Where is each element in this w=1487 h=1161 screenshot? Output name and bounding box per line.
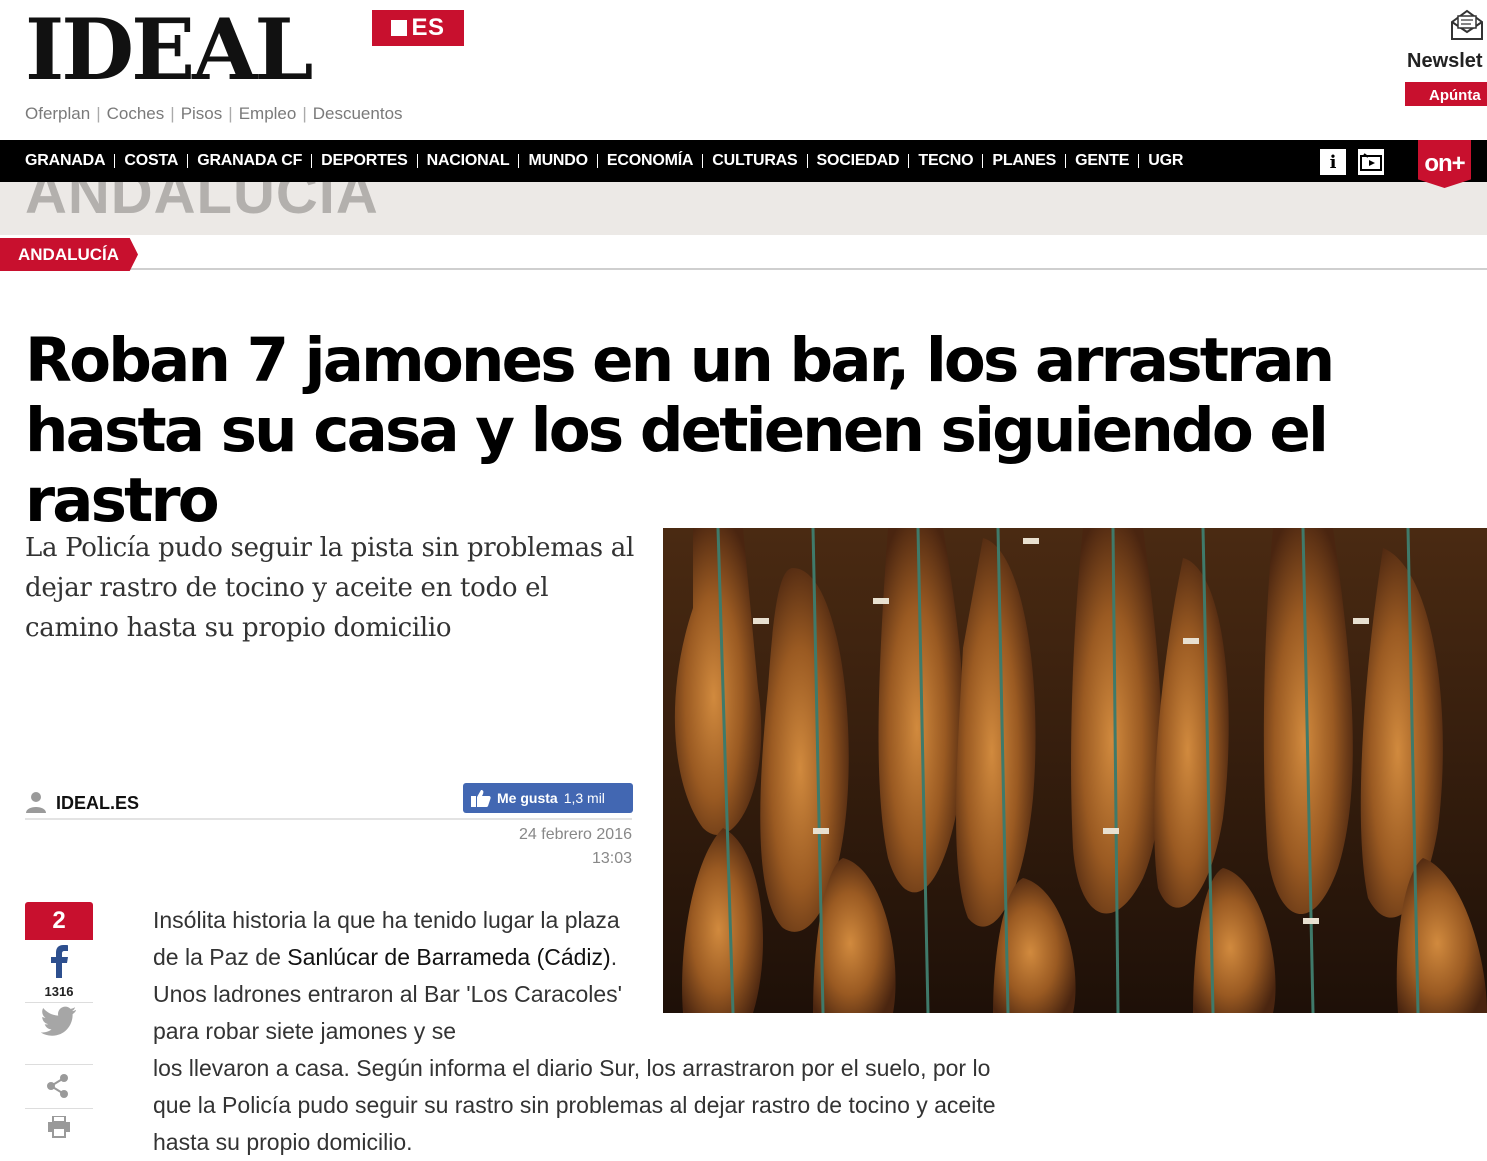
service-link-coches[interactable]: Coches [107, 104, 165, 123]
nav-item-tecno[interactable]: TECNO [899, 152, 973, 170]
nav-item-economia[interactable]: ECONOMÍA [588, 152, 694, 170]
facebook-like-label: Me gusta [497, 790, 558, 806]
section-divider [0, 268, 1487, 270]
envelope-icon[interactable] [1449, 8, 1485, 42]
article-author[interactable]: IDEAL.ES [56, 793, 139, 814]
service-link-empleo[interactable]: Empleo [239, 104, 297, 123]
nav-tools: i [1320, 149, 1384, 175]
facebook-icon[interactable] [49, 944, 69, 978]
service-links: Oferplan | Coches | Pisos | Empleo | Descuentos [25, 104, 403, 123]
nav-item-culturas[interactable]: CULTURAS [693, 152, 797, 170]
facebook-like-count: 1,3 mil [563, 790, 605, 806]
facebook-share-count: 1316 [44, 984, 74, 999]
section-band: ANDALUCÍA [0, 182, 1487, 235]
thumbs-up-icon [471, 790, 491, 807]
logo-badge[interactable]: ES [372, 10, 464, 46]
nav-item-granada-cf[interactable]: GRANADA CF [178, 152, 302, 170]
nav-item-gente[interactable]: GENTE [1056, 152, 1129, 170]
article-paragraph-2: los llevaron a casa. Según informa el di… [153, 1055, 996, 1155]
publish-date-day: 24 febrero 2016 [519, 826, 632, 843]
service-link-pisos[interactable]: Pisos [181, 104, 223, 123]
section-band-title: ANDALUCÍA [25, 182, 379, 226]
article-body: Insólita historia la que ha tenido lugar… [153, 902, 1013, 1161]
section-tag[interactable]: ANDALUCÍA [0, 238, 138, 271]
location-link[interactable]: Sanlúcar de Barrameda (Cádiz) [287, 944, 610, 970]
nav-item-planes[interactable]: PLANES [973, 152, 1056, 170]
ideal-logo[interactable]: IDEAL [25, 8, 313, 92]
logo-badge-text: ES [411, 14, 445, 41]
nav-item-mundo[interactable]: MUNDO [509, 152, 588, 170]
byline: IDEAL.ES Me gusta 1,3 mil [25, 783, 633, 820]
newsletter-widget: Newslet Apúnta [1405, 8, 1487, 106]
main-navigation: GRANADA COSTA GRANADA CF DEPORTES NACION… [0, 140, 1487, 182]
print-icon[interactable] [47, 1116, 71, 1138]
article-subtitle: La Policía pudo seguir la pista sin prob… [25, 533, 634, 643]
share-column: 2 1316 [25, 902, 93, 1138]
nav-item-ugr[interactable]: UGR [1129, 152, 1183, 170]
nav-item-costa[interactable]: COSTA [105, 152, 178, 170]
info-icon[interactable]: i [1320, 149, 1346, 175]
article-paragraph-1: Insólita historia la que ha tenido lugar… [153, 907, 623, 1044]
publish-date-time: 13:03 [591, 850, 632, 867]
nav-item-nacional[interactable]: NACIONAL [408, 152, 510, 170]
nav-item-deportes[interactable]: DEPORTES [302, 152, 408, 170]
video-icon[interactable] [1358, 149, 1384, 175]
on-plus-button[interactable]: on+ [1418, 140, 1471, 188]
logo-square-icon [391, 20, 408, 36]
article-headline: Roban 7 jamones en un bar, los arrastran… [25, 325, 1335, 536]
nav-item-granada[interactable]: GRANADA [25, 152, 106, 170]
comment-count-badge[interactable]: 2 [25, 902, 93, 940]
nav-item-sociedad[interactable]: SOCIEDAD [798, 152, 900, 170]
logo-text: IDEAL [25, 0, 313, 99]
service-link-descuentos[interactable]: Descuentos [313, 104, 403, 123]
facebook-like-button[interactable]: Me gusta 1,3 mil [463, 783, 633, 813]
publish-date: 24 febrero 2016 13:03 [430, 823, 632, 871]
service-link-oferplan[interactable]: Oferplan [25, 104, 90, 123]
share-icon[interactable] [47, 1074, 69, 1098]
twitter-icon[interactable] [41, 1006, 77, 1038]
newsletter-subscribe-button[interactable]: Apúnta [1405, 82, 1487, 106]
newsletter-label: Newslet [1407, 50, 1483, 72]
user-icon [26, 792, 46, 813]
